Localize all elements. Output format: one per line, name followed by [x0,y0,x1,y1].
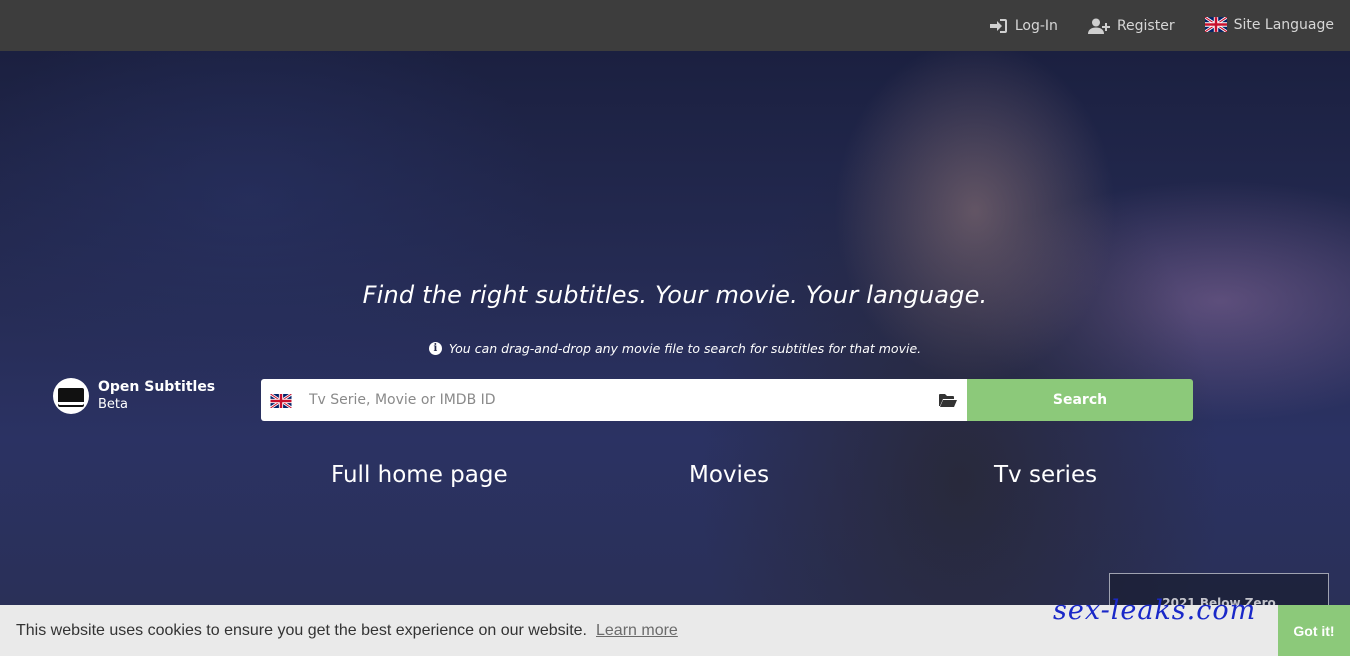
login-label: Log-In [1014,17,1058,34]
hero-banner: Find the right subtitles. Your movie. Yo… [0,51,1350,605]
tv-screen-icon [53,378,89,414]
search-button[interactable]: Search [967,379,1193,421]
logo-text: Open Subtitles Beta [98,379,215,413]
site-language-selector[interactable]: Site Language [1204,16,1334,33]
login-link[interactable]: Log-In [989,18,1058,34]
full-home-page-link[interactable]: Full home page [331,462,508,488]
site-language-label: Site Language [1233,16,1334,33]
movies-link[interactable]: Movies [689,462,769,488]
top-navbar: Log-In Register Site Language [0,0,1350,51]
learn-more-link[interactable]: Learn more [596,622,678,640]
cookie-message: This website uses cookies to ensure you … [16,621,587,639]
folder-open-icon[interactable] [939,393,957,407]
site-logo[interactable]: Open Subtitles Beta [53,378,215,414]
register-link[interactable]: Register [1087,17,1175,34]
drag-drop-hint-text: You can drag-and-drop any movie file to … [448,341,922,356]
add-user-icon [1087,18,1110,34]
register-label: Register [1116,17,1175,34]
search-input[interactable] [309,380,933,420]
logo-badge: Beta [98,397,128,412]
hero-title: Find the right subtitles. Your movie. Yo… [362,281,988,309]
uk-flag-icon[interactable] [269,392,293,410]
sign-in-icon [989,18,1008,34]
watermark-text: sex-leaks.com [1053,595,1257,626]
cookie-accept-button[interactable]: Got it! [1278,605,1350,656]
search-field [261,379,967,421]
tv-series-link[interactable]: Tv series [994,462,1097,488]
uk-flag-icon [1204,17,1227,32]
drag-drop-hint: i You can drag-and-drop any movie file t… [0,341,1350,356]
logo-name: Open Subtitles [98,379,216,395]
search-bar: Search [261,379,1193,421]
info-icon: i [428,342,442,355]
